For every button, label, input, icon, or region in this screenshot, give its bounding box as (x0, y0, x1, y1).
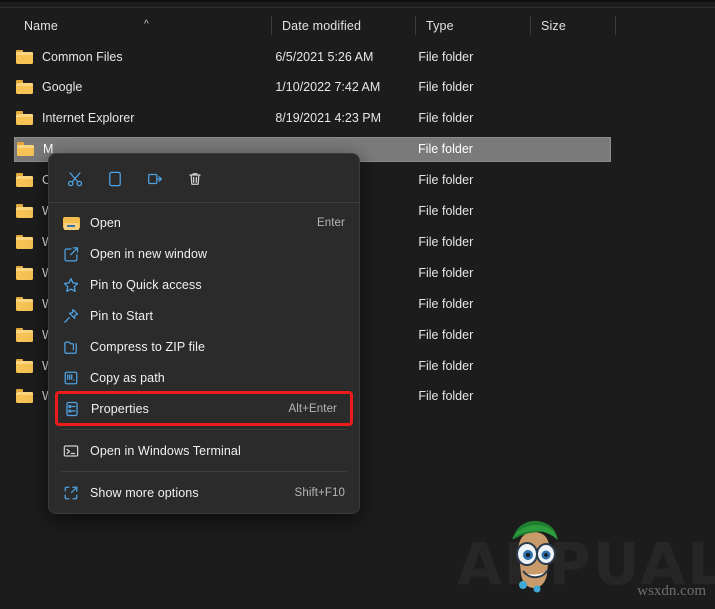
folder-icon (17, 142, 34, 157)
menu-item-shortcut: Shift+F10 (294, 486, 345, 499)
menu-item-label: Pin to Start (90, 308, 154, 323)
column-header-type[interactable]: Type (416, 9, 530, 42)
context-menu-toolbar (49, 157, 359, 200)
menu-item-label: Open in Windows Terminal (90, 443, 241, 458)
row-type: File folder (418, 204, 474, 218)
copy-icon-button[interactable] (95, 162, 135, 196)
row-date-modified: 6/5/2021 5:26 AM (275, 49, 374, 64)
menu-item-pin-to-start[interactable]: Pin to Start (49, 300, 359, 331)
menu-item-pin-to-quick-access[interactable]: Pin to Quick access (49, 269, 359, 300)
menu-item-shortcut: Enter (317, 216, 345, 229)
folder-icon (16, 327, 33, 342)
row-name: Common Files (42, 49, 123, 64)
table-row[interactable]: Internet Explorer 8/19/2021 4:23 PM File f… (14, 106, 611, 131)
row-type: File folder (418, 173, 474, 188)
new-window-icon (59, 245, 83, 263)
folder-icon (16, 111, 33, 126)
rename-icon-button[interactable] (135, 162, 175, 196)
column-header-name-label: Name (24, 18, 58, 33)
column-header-name[interactable]: Name (14, 9, 271, 42)
menu-item-label: Open in new window (90, 246, 208, 261)
menu-item-open-in-windows-terminal[interactable]: Open in Windows Terminal (49, 435, 359, 466)
menu-item-label: Compress to ZIP file (90, 339, 206, 354)
column-header-date-modified[interactable]: Date modified (272, 9, 415, 42)
table-row[interactable]: Google 1/10/2022 7:42 AM File folder (14, 75, 611, 100)
row-name: Internet Explorer (42, 111, 135, 126)
menu-item-label: Pin to Quick access (90, 277, 202, 292)
column-header-date-label: Date modified (282, 18, 362, 33)
folder-icon (16, 204, 33, 218)
menu-item-label: Properties (91, 401, 149, 416)
menu-item-compress-to-zip-file[interactable]: Compress to ZIP file (49, 331, 359, 362)
folder-icon (16, 358, 33, 373)
menu-item-label: Open (90, 215, 121, 230)
watermark-site-text: wsxdn.com (637, 583, 706, 599)
menu-item-copy-as-path[interactable]: Copy as path (49, 362, 359, 393)
row-date-modified: 1/10/2022 7:42 AM (275, 80, 381, 95)
row-type: File folder (418, 142, 473, 157)
menu-item-label: Show more options (90, 485, 199, 500)
terminal-icon (59, 442, 83, 460)
row-type: File folder (418, 327, 474, 342)
table-row[interactable]: Common Files 6/5/2021 5:26 AM File folder (14, 44, 611, 69)
menu-item-shortcut: Alt+Enter (288, 402, 337, 415)
file-explorer-window: Name ^ Date modified Type Size Common Fi… (0, 0, 715, 609)
row-type: File folder (418, 234, 474, 249)
folder-icon (16, 234, 33, 249)
window-top-edge (0, 0, 715, 8)
zip-icon (59, 338, 83, 356)
open-folder-icon (59, 214, 83, 232)
folder-icon (16, 265, 33, 280)
menu-item-show-more-options[interactable]: Show more options Shift+F10 (49, 477, 359, 508)
context-menu-toolbar-separator (49, 202, 359, 203)
row-type: File folder (418, 265, 474, 280)
menu-item-open[interactable]: Open Enter (49, 207, 359, 238)
context-menu: Open Enter Open in new window Pin to Quick … (48, 153, 360, 514)
menu-item-open-in-new-window[interactable]: Open in new window (49, 238, 359, 269)
row-type: File folder (418, 358, 474, 373)
delete-icon-button[interactable] (175, 162, 215, 196)
row-type: File folder (418, 80, 474, 95)
context-menu-separator (61, 471, 347, 472)
copy-path-icon (59, 369, 83, 387)
appuals-mascot-icon (512, 520, 558, 593)
column-header-size[interactable]: Size (531, 9, 615, 42)
column-header-size-label: Size (541, 18, 566, 33)
folder-icon (16, 296, 33, 311)
row-type: File folder (418, 389, 474, 404)
column-divider-4[interactable] (615, 16, 616, 35)
menu-item-properties[interactable]: Properties Alt+Enter (55, 391, 353, 426)
watermark: APPUALS wsxdn.com (455, 512, 715, 602)
context-menu-items: Open Enter Open in new window Pin to Quick … (49, 207, 359, 508)
row-type: File folder (418, 296, 474, 311)
show-more-icon (59, 484, 83, 502)
context-menu-separator (61, 429, 347, 430)
menu-item-label: Copy as path (90, 370, 165, 385)
folder-icon (16, 80, 33, 95)
sort-ascending-chevron-icon: ^ (144, 19, 149, 30)
folder-icon (16, 389, 33, 404)
properties-icon (60, 400, 84, 418)
row-name: Google (42, 80, 83, 95)
cut-icon-button[interactable] (55, 162, 95, 196)
row-date-modified: 8/19/2021 4:23 PM (275, 111, 381, 126)
row-type: File folder (418, 111, 474, 126)
star-icon (59, 276, 83, 294)
column-header-type-label: Type (426, 18, 454, 33)
pin-icon (59, 307, 83, 325)
folder-icon (16, 173, 33, 188)
row-type: File folder (418, 49, 474, 64)
folder-icon (16, 49, 33, 64)
column-header-bar: Name ^ Date modified Type Size (0, 9, 715, 42)
